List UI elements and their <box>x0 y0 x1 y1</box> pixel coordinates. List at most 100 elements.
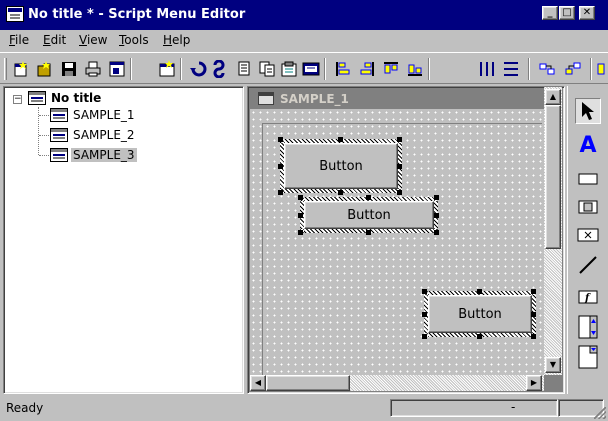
resize-handle[interactable] <box>397 190 402 195</box>
design-button-wrap[interactable]: Button <box>300 197 438 233</box>
spinner-tool[interactable] <box>575 314 601 340</box>
image-icon <box>578 200 598 214</box>
toolbar-separator <box>590 58 592 80</box>
resize-handle[interactable] <box>531 334 536 339</box>
resize-handle[interactable] <box>434 230 439 235</box>
dropdown-tool[interactable] <box>575 344 601 370</box>
resize-handle[interactable] <box>366 195 371 200</box>
tree-expander[interactable]: − <box>13 95 22 104</box>
status-pane-value: - <box>511 400 516 414</box>
resize-handle[interactable] <box>531 289 536 294</box>
document-title-bar[interactable]: SAMPLE_1 <box>250 89 562 109</box>
design-button[interactable]: Button <box>304 201 434 229</box>
pointer-tool[interactable] <box>575 98 601 124</box>
menu-view[interactable]: View <box>76 33 110 47</box>
menu-file[interactable]: File <box>6 33 32 47</box>
new-icon[interactable] <box>12 60 30 78</box>
text-tool[interactable]: A <box>575 132 601 158</box>
vertical-scrollbar[interactable]: ▲ ▼ <box>544 87 562 375</box>
properties-icon[interactable] <box>108 60 126 78</box>
resize-handle[interactable] <box>338 190 343 195</box>
resize-handle[interactable] <box>477 334 482 339</box>
status-pane: - <box>390 399 558 417</box>
scroll-left-button[interactable]: ◀ <box>250 375 266 391</box>
resize-handle[interactable] <box>298 213 303 218</box>
document-title: SAMPLE_1 <box>280 92 349 106</box>
tree-root-label: No title <box>51 91 102 105</box>
maximize-button[interactable]: □ <box>559 6 575 20</box>
design-canvas[interactable]: Button Button Button <box>250 109 544 375</box>
resize-handle[interactable] <box>298 195 303 200</box>
resize-handle[interactable] <box>366 230 371 235</box>
overflow-icon[interactable] <box>596 60 606 78</box>
horizontal-scroll-thumb[interactable] <box>266 375 350 391</box>
vertical-scroll-thumb[interactable] <box>545 105 561 249</box>
line-tool[interactable] <box>575 252 601 278</box>
toolbar-grip[interactable] <box>4 58 7 80</box>
design-button-wrap[interactable]: Button <box>424 291 536 337</box>
app-icon[interactable] <box>6 6 24 22</box>
menu-edit[interactable]: Edit <box>40 33 69 47</box>
spinner-icon <box>578 315 598 339</box>
paste-icon[interactable] <box>280 60 298 78</box>
print-icon[interactable] <box>84 60 102 78</box>
tree-root-node[interactable]: No title <box>28 91 103 105</box>
tree-item-sample-2[interactable]: SAMPLE_2 <box>50 128 137 142</box>
cut-icon[interactable] <box>236 60 254 78</box>
resize-handle[interactable] <box>397 137 402 142</box>
close-button[interactable]: ✕ <box>579 6 595 20</box>
align-bottom-icon[interactable] <box>406 60 424 78</box>
resize-handle[interactable] <box>278 137 283 142</box>
resize-handle[interactable] <box>434 195 439 200</box>
resize-handle[interactable] <box>397 164 402 169</box>
title-bar[interactable]: No title * - Script Menu Editor _ □ ✕ <box>0 0 608 30</box>
resize-handle[interactable] <box>278 164 283 169</box>
resize-handle[interactable] <box>422 312 427 317</box>
resize-handle[interactable] <box>434 213 439 218</box>
function-tool[interactable]: f <box>575 284 601 310</box>
view-icon[interactable] <box>302 60 320 78</box>
resize-handle[interactable] <box>531 312 536 317</box>
copy-icon[interactable] <box>258 60 276 78</box>
align-top-icon[interactable] <box>382 60 400 78</box>
align-left-icon[interactable] <box>334 60 352 78</box>
resize-handle[interactable] <box>298 230 303 235</box>
design-button[interactable]: Button <box>284 143 398 189</box>
save-icon[interactable] <box>60 60 78 78</box>
open-icon[interactable] <box>36 60 54 78</box>
design-button[interactable]: Button <box>428 295 532 333</box>
resize-handle[interactable] <box>422 289 427 294</box>
ungroup-icon[interactable] <box>564 60 582 78</box>
tree-item-sample-1[interactable]: SAMPLE_1 <box>50 108 137 122</box>
screen-tree[interactable]: − No title SAMPLE_1 SAMPLE_2 SAMPLE_3 <box>3 86 244 394</box>
menu-tools[interactable]: Tools <box>116 33 152 47</box>
scroll-right-button[interactable]: ▶ <box>526 375 542 391</box>
image-tool[interactable] <box>575 194 601 220</box>
space-vertical-icon[interactable] <box>502 60 520 78</box>
resize-handle[interactable] <box>278 190 283 195</box>
space-horizontal-icon[interactable] <box>478 60 496 78</box>
design-button-wrap[interactable]: Button <box>280 139 402 193</box>
align-right-icon[interactable] <box>358 60 376 78</box>
rectangle-tool[interactable] <box>575 166 601 192</box>
screen-icon <box>50 108 68 122</box>
button-tool[interactable] <box>575 222 601 248</box>
resize-handle[interactable] <box>422 334 427 339</box>
scroll-up-button[interactable]: ▲ <box>545 89 561 105</box>
tree-item-sample-3[interactable]: SAMPLE_3 <box>50 148 137 162</box>
menu-help[interactable]: Help <box>160 33 193 47</box>
horizontal-scrollbar[interactable]: ◀ ▶ <box>250 375 544 391</box>
scroll-down-button[interactable]: ▼ <box>545 357 561 373</box>
pointer-icon <box>582 102 594 120</box>
editor-area: SAMPLE_1 Button Button Button ▲ ▼ ◀ ▶ <box>247 86 565 394</box>
resize-grip[interactable] <box>594 407 606 419</box>
group-icon[interactable] <box>538 60 556 78</box>
screen-icon[interactable] <box>158 60 176 78</box>
minimize-button[interactable]: _ <box>542 6 558 20</box>
function-icon: f <box>578 290 598 304</box>
undo-icon[interactable] <box>190 60 208 78</box>
resize-handle[interactable] <box>338 137 343 142</box>
toolbar-separator <box>324 58 326 80</box>
redo-icon[interactable] <box>212 60 230 78</box>
resize-handle[interactable] <box>477 289 482 294</box>
